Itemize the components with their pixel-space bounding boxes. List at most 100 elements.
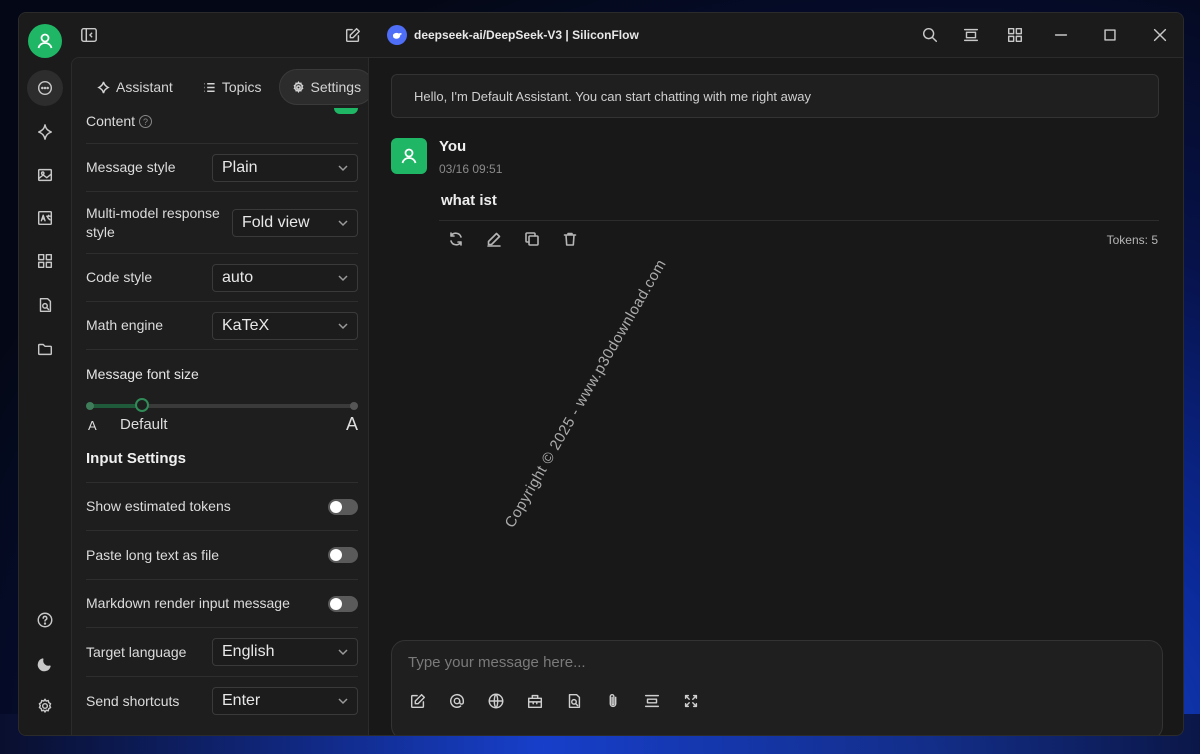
- app-window: deepseek-ai/DeepSeek-V3 | SiliconFlow As…: [18, 12, 1184, 736]
- code-style-value: auto: [222, 268, 254, 286]
- message-style-label: Message style: [86, 159, 176, 175]
- assistant-greeting: Hello, I'm Default Assistant. You can st…: [391, 74, 1159, 118]
- message-style-row: Message style Plain: [86, 144, 358, 192]
- apps-icon[interactable]: [35, 251, 55, 271]
- multi-model-row: Multi-model response style Fold view: [86, 192, 358, 254]
- code-style-select[interactable]: auto: [212, 263, 358, 292]
- sparkle-icon: [97, 81, 110, 93]
- clear-context-icon[interactable]: [642, 691, 661, 710]
- help-icon[interactable]: [35, 610, 55, 630]
- settings-sidebar: Assistant Topics Settings Content ? Mess…: [71, 57, 369, 735]
- font-size-slider-track[interactable]: [86, 398, 358, 412]
- chat-icon[interactable]: [27, 70, 63, 106]
- chevron-down-icon: [338, 274, 348, 281]
- sparkle-icon[interactable]: [35, 122, 55, 142]
- message-timestamp: 03/16 09:51: [439, 162, 503, 176]
- tab-topics-label: Topics: [221, 79, 262, 95]
- multi-model-value: Fold view: [242, 213, 310, 231]
- layout-grid-icon[interactable]: [1005, 25, 1025, 45]
- copy-icon[interactable]: [523, 230, 541, 248]
- expand-icon[interactable]: [681, 691, 700, 710]
- gear-icon: [293, 80, 303, 93]
- user-avatar[interactable]: [28, 24, 62, 58]
- content-toggle-edge[interactable]: [334, 108, 358, 114]
- list-icon: [204, 82, 215, 92]
- input-settings-title: Input Settings: [86, 450, 186, 467]
- minimap-icon[interactable]: [961, 25, 981, 45]
- regenerate-icon[interactable]: [447, 230, 465, 248]
- paste-as-file-label: Paste long text as file: [86, 546, 220, 563]
- target-language-select[interactable]: English: [212, 638, 358, 666]
- web-search-icon[interactable]: [486, 691, 505, 710]
- model-logo-icon: [387, 25, 407, 45]
- chevron-down-icon: [338, 164, 348, 171]
- maximize-icon[interactable]: [1100, 25, 1120, 45]
- watermark-text: Copyright © 2025 - www.p30download.com: [501, 256, 670, 531]
- multi-model-select[interactable]: Fold view: [232, 208, 358, 237]
- font-size-small-marker: A: [88, 418, 97, 433]
- new-topic-icon[interactable]: [343, 25, 363, 45]
- send-shortcuts-value: Enter: [222, 692, 261, 709]
- attachment-icon[interactable]: [603, 691, 622, 710]
- content-setting-row: Content ?: [86, 108, 358, 144]
- chevron-down-icon: [338, 649, 348, 656]
- delete-icon[interactable]: [561, 230, 579, 248]
- message-style-select[interactable]: Plain: [212, 153, 358, 182]
- show-tokens-toggle[interactable]: [328, 498, 358, 515]
- font-size-slider-dot-start: [86, 402, 94, 410]
- message-divider: [439, 220, 1159, 221]
- show-tokens-label: Show estimated tokens: [86, 498, 231, 514]
- markdown-input-toggle[interactable]: [328, 595, 358, 612]
- font-size-setting: Message font size A Default A: [86, 350, 358, 446]
- search-icon[interactable]: [920, 25, 940, 45]
- nav-rail: [19, 13, 71, 735]
- markdown-input-label: Markdown render input message: [86, 595, 290, 611]
- composer-toolbar: [408, 691, 700, 710]
- tab-assistant[interactable]: Assistant: [84, 69, 186, 105]
- knowledge-base-icon[interactable]: [564, 691, 583, 710]
- translate-icon[interactable]: [35, 208, 55, 228]
- tab-settings[interactable]: Settings: [278, 69, 368, 105]
- send-shortcuts-select[interactable]: Enter: [212, 687, 358, 715]
- show-tokens-row: Show estimated tokens: [86, 483, 358, 531]
- send-shortcuts-row: Send shortcuts Enter: [86, 677, 358, 725]
- tab-assistant-label: Assistant: [116, 79, 173, 95]
- sidebar-toggle-icon[interactable]: [79, 25, 99, 45]
- window-title[interactable]: deepseek-ai/DeepSeek-V3 | SiliconFlow: [414, 28, 639, 42]
- content-setting-label: Content: [86, 113, 136, 129]
- minimize-icon[interactable]: [1051, 25, 1071, 45]
- math-engine-label: Math engine: [86, 317, 164, 333]
- font-size-slider-fill: [88, 404, 142, 408]
- close-icon[interactable]: [1150, 25, 1170, 45]
- tab-settings-label: Settings: [310, 79, 362, 95]
- font-size-slider-dot-end: [350, 402, 358, 410]
- folder-icon[interactable]: [35, 339, 55, 359]
- code-style-label: Code style: [86, 269, 153, 285]
- chevron-down-icon: [338, 698, 348, 705]
- message-input[interactable]: [408, 651, 1008, 673]
- token-count: Tokens: 5: [1106, 233, 1158, 247]
- image-icon[interactable]: [35, 165, 55, 185]
- math-engine-select[interactable]: KaTeX: [212, 311, 358, 340]
- mention-model-icon[interactable]: [447, 691, 466, 710]
- edit-icon[interactable]: [485, 230, 503, 248]
- math-engine-row: Math engine KaTeX: [86, 302, 358, 350]
- message-actions: [447, 230, 579, 248]
- tab-topics[interactable]: Topics: [190, 69, 275, 105]
- knowledge-icon[interactable]: [35, 295, 55, 315]
- info-icon[interactable]: ?: [139, 115, 153, 128]
- markdown-input-row: Markdown render input message: [86, 580, 358, 628]
- new-topic-icon[interactable]: [408, 691, 427, 710]
- paste-as-file-toggle[interactable]: [328, 547, 358, 563]
- theme-moon-icon[interactable]: [35, 654, 55, 674]
- font-size-label: Message font size: [86, 366, 199, 382]
- message-avatar: [391, 138, 427, 174]
- chevron-down-icon: [338, 322, 348, 329]
- mcp-tools-icon[interactable]: [525, 691, 544, 710]
- chevron-down-icon: [338, 219, 348, 226]
- font-size-slider-handle[interactable]: [134, 398, 149, 412]
- sidebar-tabs: Assistant Topics Settings: [84, 68, 368, 106]
- message-composer: [391, 640, 1163, 735]
- settings-gear-icon[interactable]: [35, 696, 55, 716]
- settings-list: Content ? Message style Plain Multi-mode…: [86, 108, 358, 725]
